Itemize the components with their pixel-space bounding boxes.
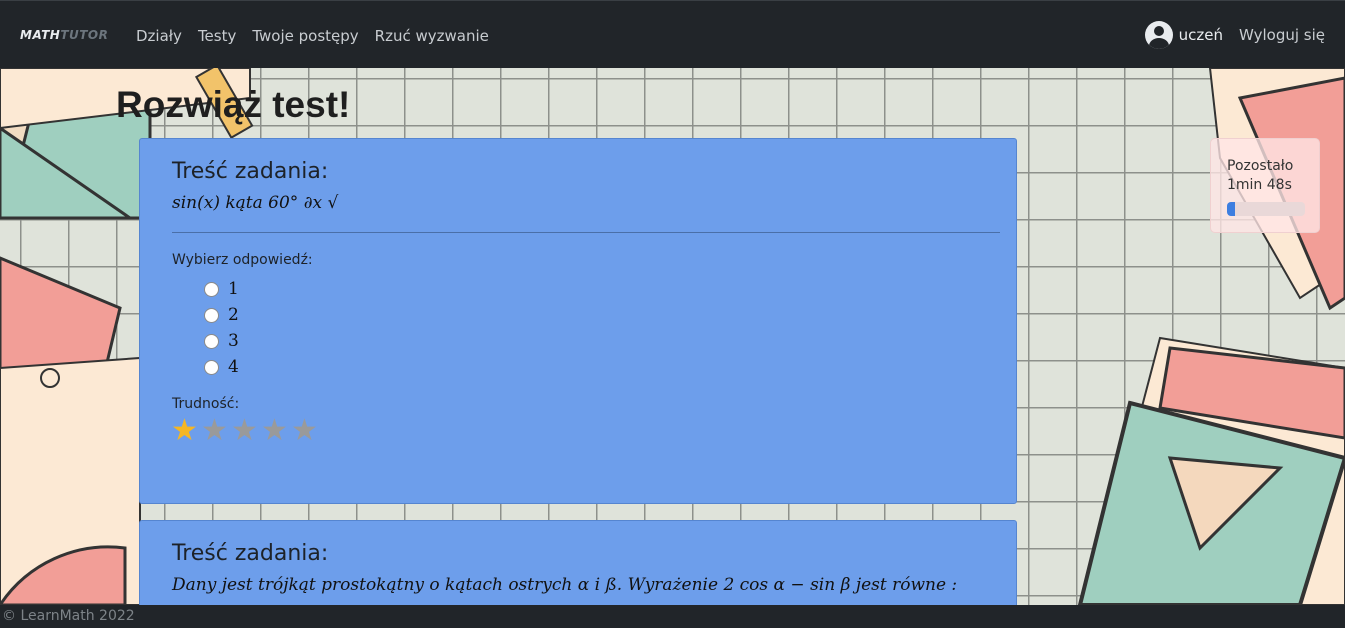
star-empty-icon: ★ [201, 413, 228, 448]
nav-link-postepy[interactable]: Twoje postępy [252, 27, 358, 45]
nav-link-testy[interactable]: Testy [198, 27, 236, 45]
answer-option-label: 2 [228, 305, 239, 325]
answer-option-label: 4 [228, 357, 239, 377]
navbar: MATHTUTOR Działy Testy Twoje postępy Rzu… [0, 0, 1345, 68]
answer-option-label: 1 [228, 279, 239, 299]
choose-answer-label: Wybierz odpowiedź: [172, 252, 313, 268]
radio-button[interactable] [204, 333, 219, 349]
radio-button[interactable] [204, 281, 219, 297]
difficulty-label: Trudność: [172, 396, 240, 412]
user-avatar-icon[interactable] [1144, 21, 1173, 49]
star-empty-icon: ★ [291, 413, 318, 448]
answer-option-1[interactable]: 1 [204, 279, 239, 299]
divider [172, 232, 1000, 233]
answer-option-label: 3 [228, 331, 239, 351]
nav-link-dzialy[interactable]: Działy [136, 27, 182, 45]
task-content: sin(x) kąta 60° ∂x √ [172, 193, 339, 213]
star-filled-icon: ★ [171, 413, 198, 448]
star-empty-icon: ★ [231, 413, 258, 448]
brand-part-tutor: TUTOR [60, 28, 109, 42]
answer-option-3[interactable]: 3 [204, 331, 239, 351]
nav-user-area: uczeń Wyloguj się [1144, 21, 1325, 49]
nav-links: Działy Testy Twoje postępy Rzuć wyzwanie [136, 27, 505, 45]
timer-label: Pozostało [1227, 158, 1294, 174]
answer-option-4[interactable]: 4 [204, 357, 239, 377]
logout-link[interactable]: Wyloguj się [1239, 26, 1325, 44]
brand-part-math: MATH [20, 28, 61, 42]
radio-button[interactable] [204, 359, 219, 375]
radio-button[interactable] [204, 307, 219, 323]
brand-logo[interactable]: MATHTUTOR [20, 28, 108, 42]
task-card: Treść zadania: sin(x) kąta 60° ∂x √ Wybi… [139, 138, 1017, 504]
star-empty-icon: ★ [261, 413, 288, 448]
nav-link-wyzwanie[interactable]: Rzuć wyzwanie [375, 27, 489, 45]
footer: © LearnMath 2022 [0, 605, 1345, 628]
timer-panel: Pozostało 1min 48s [1210, 138, 1320, 233]
page-title: Rozwiąż test! [116, 84, 351, 125]
timer-value: 1min 48s [1227, 177, 1292, 193]
difficulty-stars: ★ ★ ★ ★ ★ [171, 416, 321, 446]
user-name[interactable]: uczeń [1179, 26, 1223, 44]
task-header: Treść zadania: [172, 159, 329, 184]
task-header: Treść zadania: [172, 541, 329, 566]
timer-progress-bar [1227, 202, 1305, 216]
answer-option-2[interactable]: 2 [204, 305, 239, 325]
task-content: Dany jest trójkąt prostokątny o kątach o… [172, 575, 958, 595]
footer-copyright: © LearnMath 2022 [2, 608, 135, 624]
timer-progress-fill [1227, 202, 1235, 216]
